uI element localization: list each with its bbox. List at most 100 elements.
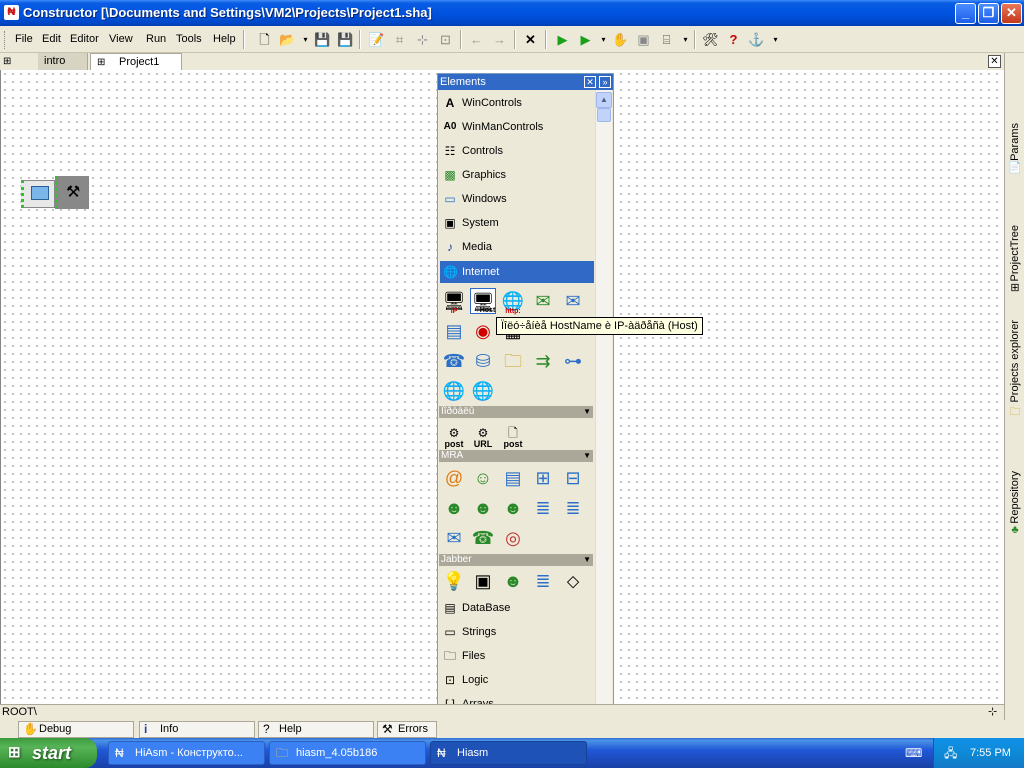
network-element-icon[interactable]: ⊶ [560, 348, 586, 374]
network-folder-element-icon[interactable]: 🗀 [500, 348, 526, 374]
panel-close-icon[interactable]: ✕ [584, 76, 596, 88]
group-header-portals[interactable]: Ïîðòàëû ▼ [439, 406, 593, 418]
taskbar-item-hiasm[interactable]: ₦ Hiasm [430, 741, 587, 765]
traffic-element-icon[interactable]: ◉ [470, 318, 496, 344]
menu-editor[interactable]: Editor [70, 33, 99, 45]
hiasm-icon[interactable]: ₦ [4, 5, 19, 20]
dock-tab-projects-explorer[interactable]: Projects explorer 🗀 [1005, 320, 1024, 422]
group-header-jabber[interactable]: Jabber ▼ [439, 554, 593, 566]
mra-group-icon[interactable]: ☻ [470, 495, 496, 521]
post-file-element-icon[interactable]: 🗋 post [500, 420, 526, 449]
undo-icon[interactable]: ← [467, 30, 486, 49]
new-file-icon[interactable]: 🗋 [255, 30, 274, 49]
menu-grip[interactable] [4, 31, 7, 49]
mra-contacts-icon[interactable]: ⊞ [530, 465, 556, 491]
tab-help[interactable]: ? Help [258, 721, 374, 738]
close-button[interactable]: ✕ [1001, 3, 1022, 24]
menu-view[interactable]: View [109, 33, 133, 45]
menu-help[interactable]: Help [213, 33, 236, 45]
group-header-mra[interactable]: MRA ▼ [439, 450, 593, 462]
panel-scrollbar[interactable]: ▲ ▼ [595, 90, 612, 722]
mra-contacts2-icon[interactable]: ☻ [500, 495, 526, 521]
clock[interactable]: 7:55 PM [970, 747, 1011, 759]
save-icon[interactable]: 💾 [313, 30, 332, 49]
category-strings[interactable]: ▭ Strings [440, 621, 594, 643]
tab-intro[interactable]: intro [38, 53, 88, 70]
dropdown-arrow-icon[interactable]: ▾ [676, 30, 695, 49]
run-icon[interactable]: ▶ [553, 30, 572, 49]
run-options-icon[interactable]: ▶ [576, 30, 595, 49]
dock-tab-projecttree[interactable]: ProjectTree ⊞ [1005, 225, 1024, 294]
taskbar-item-hiasm-folder[interactable]: 🗀 hiasm_4.05b186 [269, 741, 426, 765]
grid-icon[interactable]: ⌗ [390, 30, 409, 49]
tree-icon[interactable]: ⊞ [3, 55, 19, 68]
network-transfer-element-icon[interactable]: ⇉ [530, 348, 556, 374]
delete-icon[interactable]: ✕ [521, 30, 540, 49]
anchor-icon[interactable]: ⚓ [747, 30, 766, 49]
redo-icon[interactable]: → [490, 30, 509, 49]
mra-mail-icon[interactable]: ✉ [441, 525, 467, 551]
mra-users-icon[interactable]: ☻ [441, 495, 467, 521]
scroll-up-icon[interactable]: ▲ [596, 92, 612, 108]
ip-element-icon[interactable]: 🖥 IP [441, 288, 467, 315]
mra-phone-icon[interactable]: ☎ [470, 525, 496, 551]
mra-target-icon[interactable]: ◎ [500, 525, 526, 551]
globe-info-element-icon[interactable]: 🌐 [470, 378, 496, 404]
menu-tools[interactable]: Tools [176, 33, 202, 45]
download-element-icon[interactable]: ✉ [530, 288, 556, 314]
stop-icon[interactable]: ✋ [611, 30, 630, 49]
phone-element-icon[interactable]: ☎ [441, 348, 467, 374]
jabber-bulb-icon[interactable]: 💡 [441, 568, 467, 594]
category-graphics[interactable]: ▩ Graphics [440, 164, 594, 186]
start-button[interactable]: ⊞ start [0, 738, 97, 768]
mailbox-element-icon[interactable]: ▤ [441, 318, 467, 344]
category-wincontrols[interactable]: A WinControls [440, 92, 594, 114]
save-all-icon[interactable]: 💾 [336, 30, 355, 49]
category-media[interactable]: ♪ Media [440, 236, 594, 258]
close-tab-button[interactable]: ✕ [988, 55, 1001, 68]
edit-form-icon[interactable]: 📝 [367, 30, 386, 49]
category-logic[interactable]: ⊡ Logic [440, 669, 594, 691]
mra-list-icon[interactable]: ⊟ [560, 465, 586, 491]
keyboard-icon[interactable]: ⌨ [905, 746, 922, 760]
tab-info[interactable]: i Info [139, 721, 255, 738]
align-icon[interactable]: ⊹ [413, 30, 432, 49]
mra-user-icon[interactable]: ☺ [470, 465, 496, 491]
minimize-button[interactable]: _ [955, 3, 976, 24]
form-component[interactable] [21, 180, 55, 208]
panel-collapse-icon[interactable]: » [599, 76, 611, 88]
jabber-users-icon[interactable]: ☻ [500, 568, 526, 594]
jabber-tag-icon[interactable]: ⬦ [560, 568, 586, 594]
menu-file[interactable]: File [15, 33, 33, 45]
build-icon[interactable]: ⌸ [657, 30, 676, 49]
tab-debug[interactable]: ✋ Debug [18, 721, 134, 738]
category-system[interactable]: ▣ System [440, 212, 594, 234]
tab-project1[interactable]: ⊞ Project1 [90, 53, 182, 70]
menu-edit[interactable]: Edit [42, 33, 61, 45]
network-icon[interactable]: 🖧 [944, 746, 957, 760]
category-internet[interactable]: 🌐 Internet [440, 261, 594, 283]
compile-icon[interactable]: ▣ [634, 30, 653, 49]
menu-run[interactable]: Run [146, 33, 166, 45]
dock-tab-params[interactable]: Params 📄 [1005, 123, 1024, 174]
title-bar[interactable]: ₦ Constructor [\Documents and Settings\V… [0, 0, 1024, 26]
mra-doc-icon[interactable]: ▤ [500, 465, 526, 491]
restore-button[interactable]: ❐ [978, 3, 999, 24]
host-element-icon[interactable]: 🖥 →Host [470, 288, 496, 314]
dropdown-arrow-icon[interactable]: ▾ [766, 30, 785, 49]
category-winmancontrols[interactable]: A0 WinManControls [440, 116, 594, 138]
resize-grip-icon[interactable]: ⊹ [988, 705, 997, 720]
taskbar-item-hiasm-constructor[interactable]: ₦ HiAsm - Конструкто... [108, 741, 265, 765]
mra-text2-icon[interactable]: ≣ [560, 495, 586, 521]
resize-icon[interactable]: ⊡ [436, 30, 455, 49]
tab-errors[interactable]: ⚒ Errors [377, 721, 437, 738]
mra-at-icon[interactable]: @ [441, 465, 467, 491]
scroll-thumb[interactable] [597, 108, 611, 122]
jabber-text-icon[interactable]: ≣ [530, 568, 556, 594]
database-server-element-icon[interactable]: ⛁ [470, 348, 496, 374]
jabber-screen-icon[interactable]: ▣ [470, 568, 496, 594]
open-folder-icon[interactable]: 📂 [278, 30, 297, 49]
http-element-icon[interactable]: 🌐 http: [500, 288, 526, 315]
host-component[interactable]: ⚒ [55, 176, 89, 209]
mra-text-icon[interactable]: ≣ [530, 495, 556, 521]
